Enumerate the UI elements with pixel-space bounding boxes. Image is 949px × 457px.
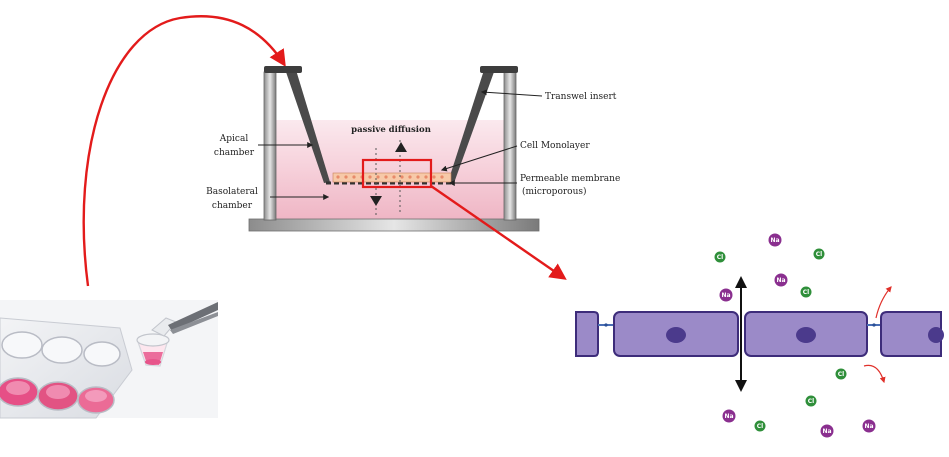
sodium-ion: Na [862, 419, 876, 433]
ion-label: Cl [757, 423, 763, 430]
label-apical-1: Apical [219, 134, 249, 144]
sodium-ion: Na [719, 288, 733, 302]
ion-label: Na [864, 423, 873, 430]
sodium-ion: Na [768, 233, 782, 247]
ion-label: Na [822, 428, 831, 435]
label-membrane-1: Permeable membrane [520, 174, 620, 184]
ion-label: Cl [816, 251, 822, 258]
cell-monolayer [332, 172, 452, 183]
chloride-ion: Cl [805, 395, 817, 407]
left-pole [263, 71, 277, 221]
zoomed-cells [575, 276, 944, 392]
ion-label: Cl [717, 254, 723, 261]
label-apical-2: chamber [214, 148, 255, 158]
label-membrane-2: (microporous) [522, 186, 587, 197]
transwell-diagram: Transwel insert Apical chamber Basolater… [0, 15, 944, 438]
ion-label: Na [770, 237, 779, 244]
label-basolateral-2: chamber [212, 201, 253, 211]
sodium-ion: Na [820, 424, 834, 438]
chloride-ion: Cl [714, 251, 726, 263]
chloride-ion: Cl [754, 420, 766, 432]
nucleus [796, 327, 816, 343]
sodium-ion: Na [774, 273, 788, 287]
insert-right-rim [480, 66, 518, 73]
label-passive-diffusion: passive diffusion [351, 125, 431, 135]
insert-left-rim [264, 66, 302, 73]
cell-partial-left [575, 311, 599, 357]
ion-label: Cl [803, 289, 809, 296]
ion-label: Cl [838, 371, 844, 378]
ion-label: Na [721, 292, 730, 299]
ion-label: Na [776, 277, 785, 284]
label-cell-monolayer: Cell Monolayer [520, 141, 590, 151]
chloride-ion: Cl [835, 368, 847, 380]
ion-label: Cl [808, 398, 814, 405]
sodium-ion: Na [722, 409, 736, 423]
paracellular-arrow-down [863, 364, 886, 384]
nucleus [928, 327, 944, 343]
chloride-ion: Cl [800, 286, 812, 298]
well-plate-photo [0, 300, 218, 419]
chloride-ion: Cl [813, 248, 825, 260]
label-transwell-insert: Transwel insert [545, 92, 617, 102]
nucleus [666, 327, 686, 343]
ion-label: Na [724, 413, 733, 420]
label-basolateral-1: Basolateral [206, 187, 258, 197]
transwell-schematic [248, 66, 540, 232]
